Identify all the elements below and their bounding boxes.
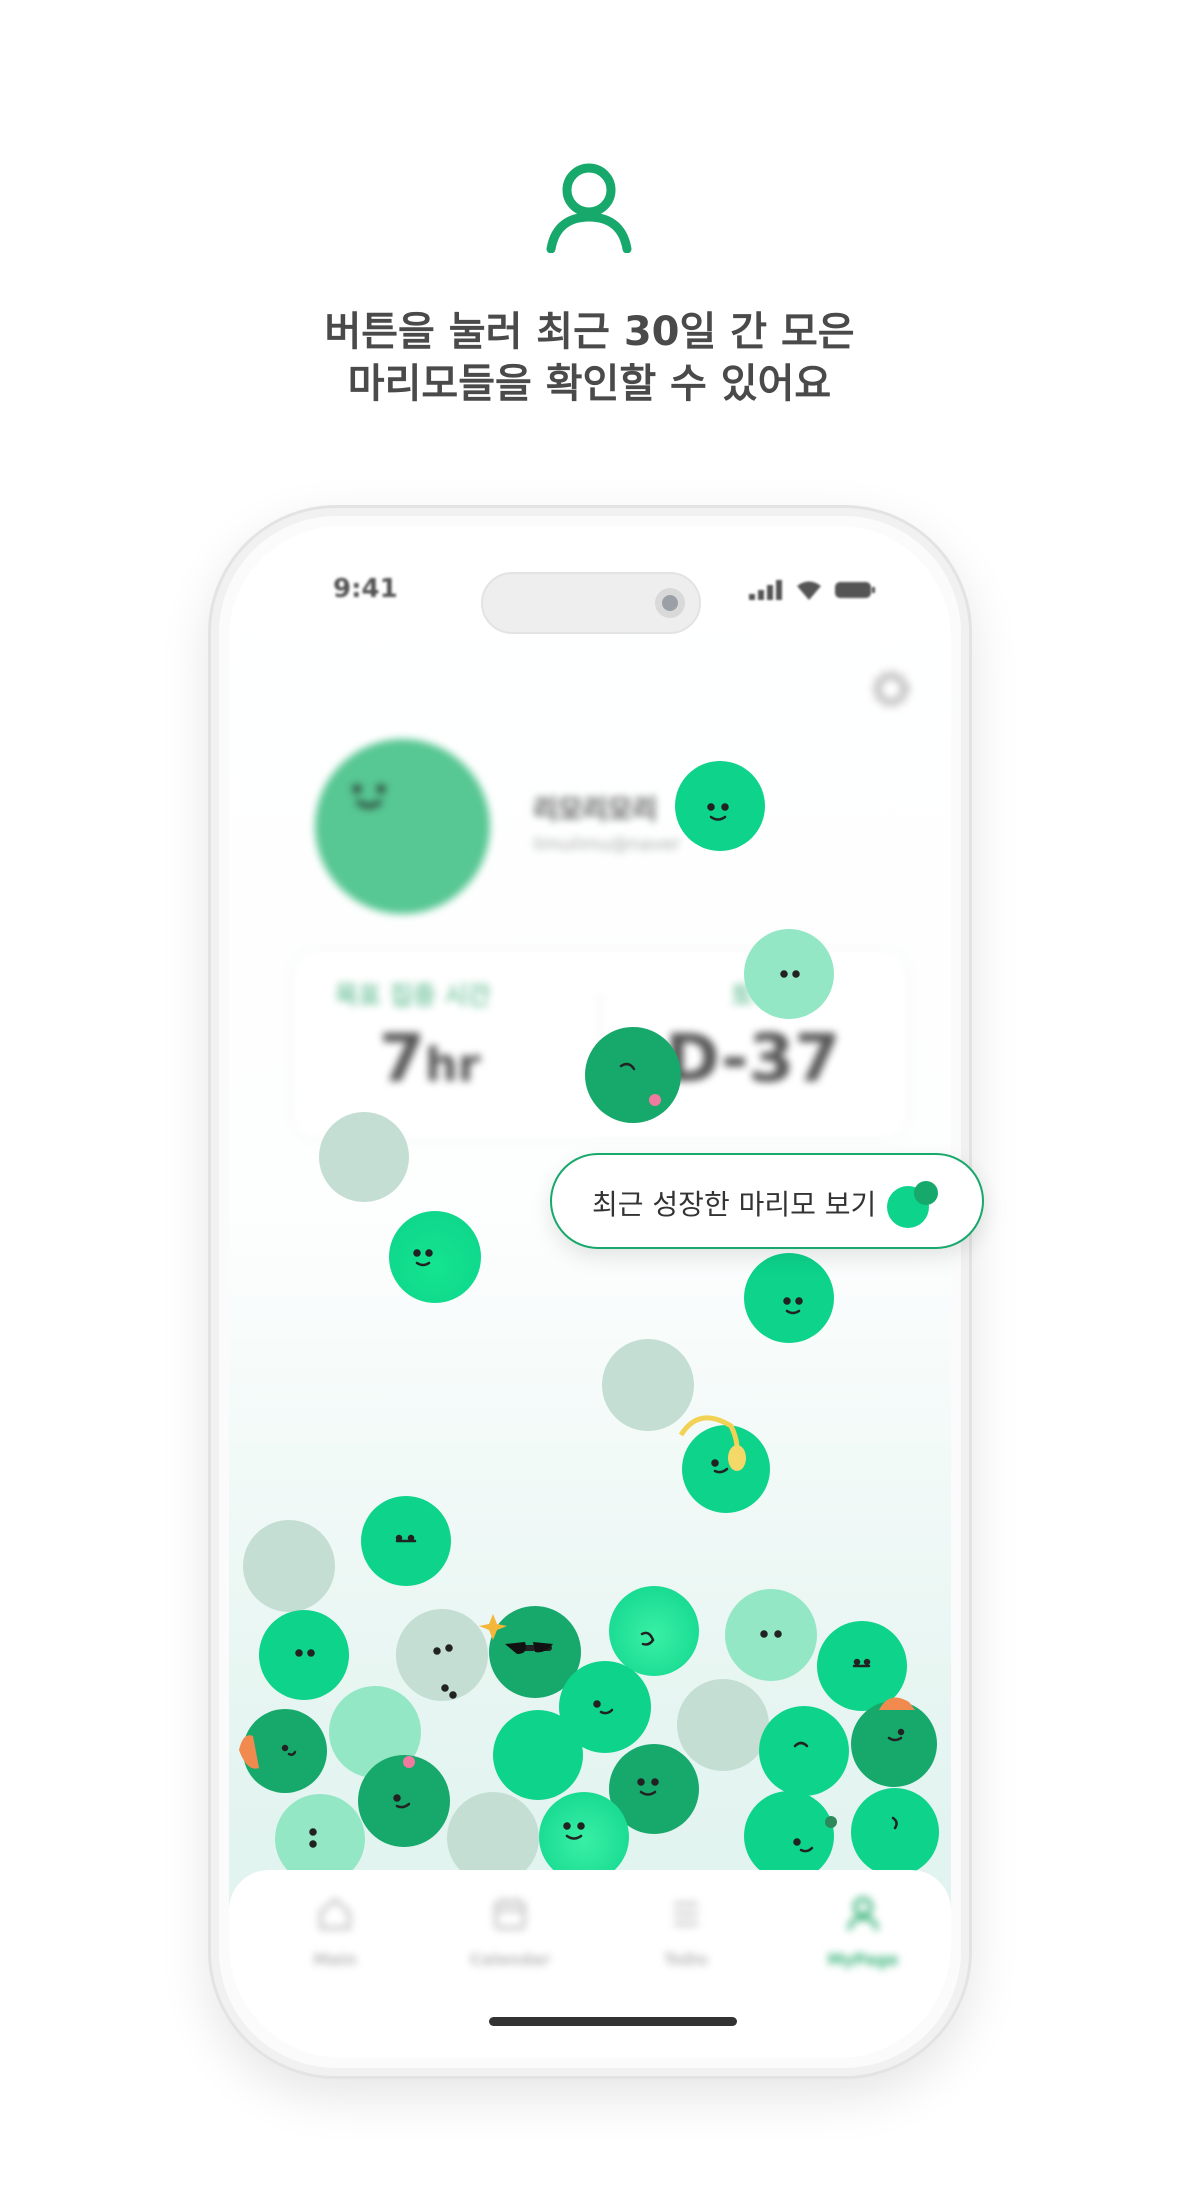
app-screen: 9:41 리모리모리 limulimu@naver 목표 집중 시간 7hr D…	[229, 526, 951, 2058]
tab-main-label: Main	[313, 1950, 357, 1969]
tab-calendar-label: Calendar	[469, 1950, 551, 1969]
caption-line-2: 마리모들을 확인할 수 있어요	[347, 361, 832, 407]
view-recent-marimo-button[interactable]: 최근 성장한 마리모 보기	[550, 1153, 984, 1249]
caption-line-1: 버튼을 눌러 최근 30일 간 모은	[324, 309, 855, 355]
tab-todo-label: ToDo	[663, 1950, 709, 1969]
tab-main[interactable]: Main	[275, 1894, 395, 1969]
phone-mockup: 9:41 리모리모리 limulimu@naver 목표 집중 시간 7hr D…	[208, 505, 972, 2079]
person-icon	[546, 163, 632, 253]
calendar-icon	[494, 1898, 526, 1930]
tab-mypage-label: MyPage	[827, 1950, 899, 1969]
home-icon	[319, 1897, 351, 1930]
headphones-icon	[678, 1415, 740, 1462]
person-icon	[847, 1897, 879, 1931]
tab-todo[interactable]: ToDo	[626, 1894, 746, 1969]
home-indicator	[489, 2017, 737, 2026]
view-recent-marimo-label: 최근 성장한 마리모 보기	[592, 1188, 877, 1221]
tab-calendar[interactable]: Calendar	[450, 1894, 570, 1969]
tab-bar: Main Calendar ToDo MyPage	[229, 1870, 951, 2058]
tab-mypage[interactable]: MyPage	[803, 1894, 923, 1969]
list-icon	[674, 1902, 698, 1926]
marimo-icon	[887, 1181, 938, 1228]
feature-caption: 버튼을 눌러 최근 30일 간 모은 마리모들을 확인할 수 있어요	[0, 306, 1179, 410]
